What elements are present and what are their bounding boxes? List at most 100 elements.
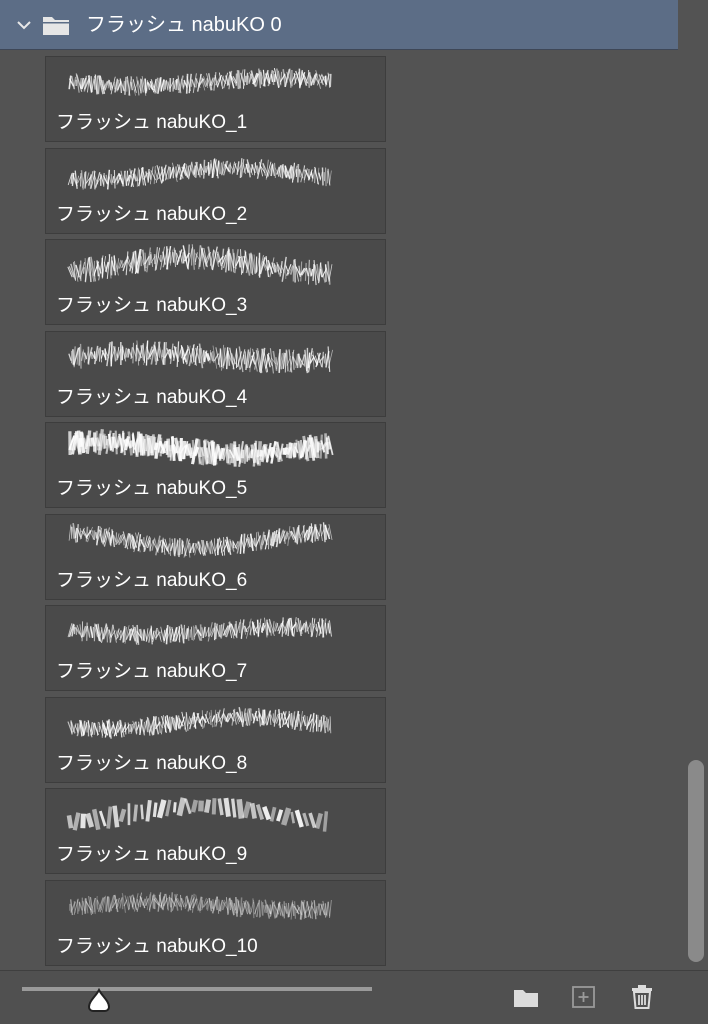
stroke-bristle: [93, 170, 96, 189]
stroke-bristle: [219, 347, 223, 367]
stroke-bristle: [193, 164, 197, 175]
stroke-bristle: [213, 71, 217, 91]
brush-preset-label: フラッシュ nabuKO_8: [56, 752, 248, 774]
stroke-bristle: [152, 894, 155, 909]
scrollbar-thumb[interactable]: [688, 760, 704, 962]
stroke-bristle: [112, 175, 115, 183]
stroke-bristle: [315, 525, 319, 539]
stroke-bristle: [76, 523, 79, 542]
stroke-bristle: [70, 898, 73, 915]
stroke-bristle: [297, 353, 302, 368]
brush-stroke-preview: [67, 706, 332, 739]
stroke-bristle: [185, 711, 189, 731]
brush-preset-item[interactable]: フラッシュ nabuKO_1: [45, 56, 386, 142]
stroke-bristle: [282, 69, 286, 88]
brush-preset-item[interactable]: フラッシュ nabuKO_5: [45, 422, 386, 508]
brush-preset-item[interactable]: フラッシュ nabuKO_2: [45, 147, 386, 234]
stroke-bristle: [272, 163, 275, 176]
stroke-bristle: [133, 804, 138, 822]
stroke-bristle: [107, 169, 111, 189]
stroke-bristle: [172, 802, 177, 813]
stroke-bristle: [285, 349, 289, 372]
stroke-bristle: [157, 716, 161, 733]
stroke-bristle: [305, 267, 310, 277]
stroke-bristle: [68, 523, 72, 541]
stroke-bristle: [150, 625, 153, 645]
stroke-bristle: [68, 75, 72, 90]
stroke-bristle: [193, 249, 196, 265]
stroke-bristle: [208, 711, 212, 725]
stroke-bristle: [68, 352, 72, 361]
brush-preset-item[interactable]: フラッシュ nabuKO_4: [45, 330, 386, 417]
brush-preset-item[interactable]: フラッシュ nabuKO_3: [45, 239, 386, 325]
stroke-bristle: [208, 162, 212, 174]
stroke-bristle: [236, 160, 240, 175]
stroke-bristle: [327, 623, 331, 634]
chevron-down-icon[interactable]: [14, 15, 34, 35]
stroke-bristle: [292, 903, 295, 916]
stroke-bristle: [184, 798, 192, 815]
new-preset-icon[interactable]: [570, 983, 598, 1011]
stroke-bristle: [315, 623, 318, 632]
stroke-bristle: [82, 900, 86, 911]
slider-handle[interactable]: [86, 987, 112, 1015]
stroke-bristle: [220, 162, 222, 174]
stroke-bristle: [152, 802, 158, 818]
stroke-bristle: [183, 624, 185, 643]
stroke-bristle: [148, 170, 152, 180]
new-group-folder-icon[interactable]: [512, 983, 540, 1011]
stroke-bristle: [227, 898, 230, 914]
stroke-bristle: [298, 265, 301, 278]
stroke-bristle: [318, 719, 321, 727]
stroke-bristle: [322, 811, 329, 832]
stroke-bristle: [112, 805, 120, 828]
brush-preset-item[interactable]: フラッシュ nabuKO_6: [45, 513, 386, 600]
brush-stroke-preview: [69, 891, 332, 920]
brush-preset-label: フラッシュ nabuKO_10: [56, 935, 258, 957]
stroke-bristle: [273, 709, 277, 727]
brush-preset-item[interactable]: フラッシュ nabuKO_9: [45, 788, 386, 874]
brush-stroke-preview: [68, 68, 332, 96]
preview-size-slider[interactable]: [22, 987, 372, 991]
stroke-bristle: [329, 73, 332, 87]
brush-group-header[interactable]: フラッシュ nabuKO 0: [0, 0, 678, 50]
stroke-bristle: [329, 899, 332, 918]
stroke-bristle: [262, 806, 271, 821]
stroke-bristle: [136, 339, 140, 366]
stroke-bristle: [249, 802, 257, 819]
brush-preset-item[interactable]: フラッシュ nabuKO_7: [45, 605, 386, 691]
stroke-bristle: [280, 71, 283, 85]
stroke-bristle: [74, 169, 78, 189]
stroke-bristle: [190, 799, 199, 813]
stroke-bristle: [85, 526, 89, 542]
stroke-bristle: [269, 806, 277, 822]
stroke-bristle: [114, 430, 118, 455]
stroke-bristle: [278, 348, 281, 373]
stroke-bristle: [289, 713, 292, 725]
stroke-bristle: [192, 716, 195, 724]
stroke-bristle: [100, 174, 104, 185]
stroke-bristle: [160, 630, 162, 640]
brush-stroke-preview: [67, 244, 333, 286]
brush-preset-item[interactable]: フラッシュ nabuKO_8: [45, 696, 386, 783]
brush-preset-label: フラッシュ nabuKO_3: [56, 295, 248, 316]
stroke-bristle: [304, 262, 307, 281]
stroke-bristle: [211, 714, 216, 722]
stroke-bristle: [125, 251, 129, 276]
panel-footer: [0, 970, 708, 1024]
stroke-bristle: [86, 625, 91, 638]
stroke-bristle: [136, 898, 139, 906]
brush-preset-item[interactable]: フラッシュ nabuKO_10: [45, 879, 386, 966]
stroke-bristle: [108, 80, 112, 91]
stroke-bristle: [236, 798, 245, 819]
stroke-bristle: [323, 354, 326, 364]
stroke-bristle: [266, 619, 269, 636]
stroke-bristle: [231, 798, 237, 818]
stroke-bristle: [136, 167, 139, 187]
stroke-bristle: [242, 801, 252, 819]
stroke-bristle: [313, 260, 317, 286]
brush-preset-label: フラッシュ nabuKO_2: [56, 203, 248, 225]
stroke-bristle: [281, 617, 284, 637]
trash-icon[interactable]: [628, 983, 656, 1011]
stroke-bristle: [324, 622, 327, 634]
